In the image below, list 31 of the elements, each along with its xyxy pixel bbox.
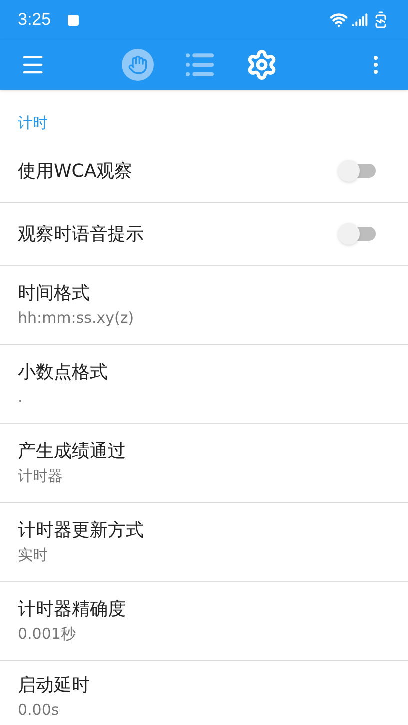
- setting-value: .: [18, 387, 24, 408]
- setting-title: 产生成绩通过: [18, 440, 127, 464]
- setting-value: 计时器: [18, 466, 64, 487]
- setting-title: 计时器精确度: [18, 598, 127, 622]
- notification-icon: [68, 14, 80, 26]
- signal-icon: [352, 12, 368, 28]
- section-header: 计时: [18, 112, 48, 134]
- setting-title: 使用WCA观察: [18, 160, 134, 184]
- setting-title: 观察时语音提示: [18, 222, 145, 246]
- setting-title: 时间格式: [18, 282, 91, 306]
- setting-title: 启动延时: [18, 674, 91, 698]
- toggle-switch[interactable]: [338, 160, 378, 182]
- setting-row[interactable]: 计时器精确度 0.001秒: [0, 582, 408, 661]
- setting-row[interactable]: 产生成绩通过 计时器: [0, 424, 408, 503]
- hand-icon[interactable]: [122, 49, 154, 81]
- setting-value: 实时: [18, 545, 49, 566]
- setting-title: 小数点格式: [18, 361, 109, 385]
- setting-row[interactable]: 使用WCA观察: [0, 140, 408, 203]
- setting-row[interactable]: 小数点格式 .: [0, 345, 408, 424]
- toggle-switch[interactable]: [338, 223, 378, 245]
- setting-value: 0.001秒: [18, 624, 77, 645]
- setting-value: hh:mm:ss.xy(z): [18, 308, 136, 329]
- setting-row[interactable]: 计时器更新方式 实时: [0, 503, 408, 582]
- setting-value: 0.00s: [18, 700, 60, 721]
- status-time: 3:25: [18, 9, 52, 32]
- setting-row[interactable]: 时间格式 hh:mm:ss.xy(z): [0, 266, 408, 345]
- setting-title: 计时器更新方式: [18, 519, 145, 543]
- setting-row[interactable]: 观察时语音提示: [0, 203, 408, 266]
- setting-row[interactable]: 启动延时 0.00s: [0, 661, 408, 725]
- wifi-icon: [330, 11, 348, 29]
- settings-icon[interactable]: [246, 49, 278, 81]
